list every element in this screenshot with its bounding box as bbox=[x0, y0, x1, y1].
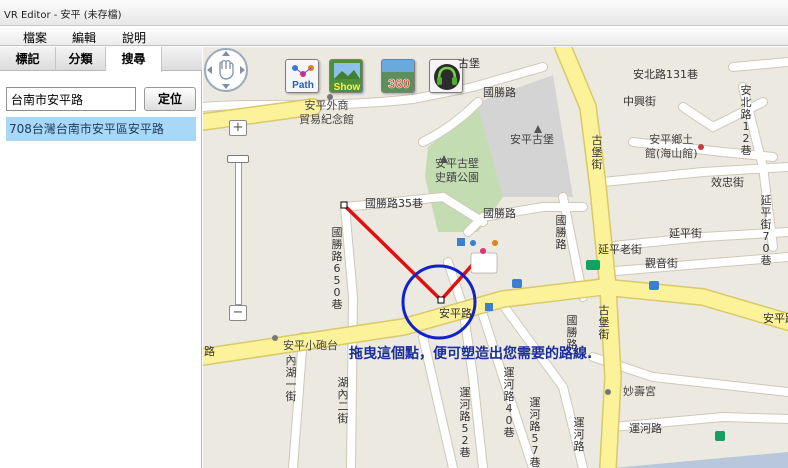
street-label: 安平路 bbox=[763, 312, 788, 325]
street-label: 延平街70巷 bbox=[760, 194, 772, 267]
drag-hint-annotation: 拖曳這個點，便可塑造出您需要的路線. bbox=[349, 346, 593, 362]
map-view[interactable]: Path Show 360 + − 古堡 國勝路 國勝路35巷 國勝路 安平路 … bbox=[203, 47, 788, 468]
street-label: 古堡 bbox=[458, 57, 480, 70]
vr360-label: 360 bbox=[388, 76, 410, 91]
menu-edit[interactable]: 編輯 bbox=[72, 29, 96, 46]
street-label: 延平老街 bbox=[598, 243, 642, 256]
tab-bar: 標記 分類 搜尋 bbox=[0, 47, 202, 72]
left-panel: 標記 分類 搜尋 定位 708台灣台南市安平區安平路 bbox=[0, 47, 202, 468]
route-drag-point bbox=[437, 296, 445, 304]
show-button[interactable]: Show bbox=[329, 59, 363, 93]
street-label: 湖內二街 bbox=[337, 376, 349, 425]
street-label: 國勝路650巷 bbox=[331, 226, 343, 311]
street-label: 延平街 bbox=[669, 227, 702, 240]
map-canvas bbox=[203, 47, 788, 468]
title-bar: VR Editor - 安平 (未存檔) bbox=[0, 0, 788, 26]
path-icon: Path bbox=[286, 60, 318, 92]
street-label: 路 bbox=[204, 345, 215, 358]
zoom-slider-track[interactable] bbox=[235, 155, 242, 305]
street-label: 安平路 bbox=[439, 307, 472, 320]
street-label: 古堡街 bbox=[598, 304, 610, 341]
street-label: 運河路57巷 bbox=[529, 396, 541, 468]
street-label: 觀音街 bbox=[645, 257, 678, 270]
street-label: 運河路 bbox=[629, 422, 662, 435]
route-start-point bbox=[340, 201, 348, 209]
show-label: Show bbox=[334, 82, 361, 93]
window-title: VR Editor - 安平 (未存檔) bbox=[4, 10, 122, 21]
tab-markers[interactable]: 標記 bbox=[0, 47, 56, 71]
locate-button[interactable]: 定位 bbox=[144, 87, 196, 111]
show-icon: Show bbox=[330, 60, 362, 93]
street-label: 中興街 bbox=[623, 95, 656, 108]
street-label: 內湖一街 bbox=[285, 354, 297, 403]
menu-help[interactable]: 說明 bbox=[122, 29, 146, 46]
tab-search[interactable]: 搜尋 bbox=[106, 47, 162, 72]
street-label: 國勝路 bbox=[483, 86, 516, 99]
zoom-out-button[interactable]: − bbox=[229, 305, 247, 321]
street-label: 國勝路 bbox=[483, 207, 516, 220]
poi-label: 安平古堡 bbox=[510, 133, 554, 146]
street-label: 運河路52巷 bbox=[459, 386, 471, 459]
street-label: 古堡街 bbox=[591, 134, 603, 171]
pan-control-icon[interactable] bbox=[203, 47, 249, 93]
street-label: 運河路40巷 bbox=[503, 366, 515, 439]
vr360-button[interactable]: 360 bbox=[381, 59, 415, 93]
path-button[interactable]: Path bbox=[285, 59, 319, 93]
street-label: 安北路131巷 bbox=[633, 68, 698, 81]
tab-categories[interactable]: 分類 bbox=[56, 47, 106, 71]
zoom-slider-thumb[interactable] bbox=[227, 155, 249, 163]
360-icon: 360 bbox=[382, 60, 414, 92]
poi-label: 安平鄉土 館(海山館) bbox=[645, 133, 698, 160]
street-label: 運河路 bbox=[573, 416, 585, 453]
zoom-in-button[interactable]: + bbox=[229, 120, 247, 136]
street-label: 國勝路 bbox=[555, 214, 567, 251]
search-input[interactable] bbox=[6, 87, 136, 111]
street-label: 效忠街 bbox=[711, 176, 744, 189]
street-label: 國勝路35巷 bbox=[365, 197, 423, 210]
path-label: Path bbox=[292, 80, 314, 91]
poi-label: 安平外商 貿易紀念館 bbox=[299, 99, 354, 126]
search-result-item[interactable]: 708台灣台南市安平區安平路 bbox=[6, 117, 196, 141]
menu-bar: 檔案 編輯 說明 bbox=[0, 26, 788, 46]
poi-label: 妙壽宮 bbox=[623, 385, 656, 398]
poi-label: 安平小砲台 bbox=[283, 339, 338, 352]
street-label: 安北路12巷 bbox=[740, 84, 752, 157]
poi-label: 安平古壁 史蹟公園 bbox=[435, 157, 479, 184]
menu-file[interactable]: 檔案 bbox=[23, 29, 47, 46]
